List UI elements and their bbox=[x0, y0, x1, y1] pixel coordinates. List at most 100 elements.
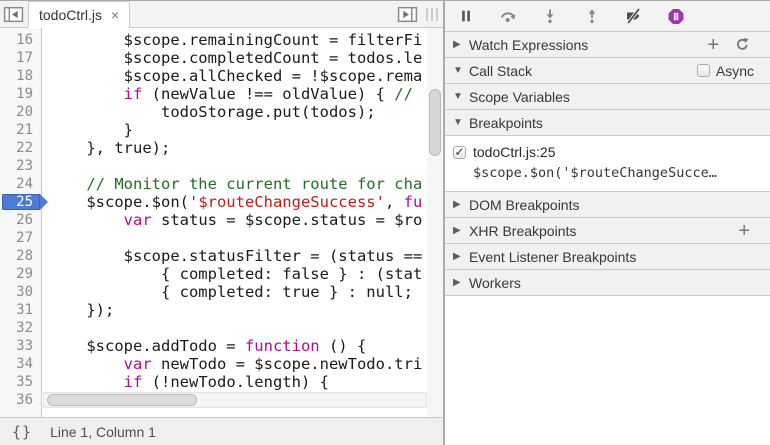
pause-on-exceptions-button[interactable] bbox=[667, 7, 685, 25]
breakpoint-checkbox[interactable]: ✓ bbox=[453, 146, 466, 159]
deactivate-breakpoints-icon bbox=[625, 7, 643, 25]
step-over-button[interactable] bbox=[499, 7, 517, 25]
code-line[interactable]: $scope.completedCount = todos.le bbox=[49, 49, 443, 67]
vertical-scrollbar-thumb[interactable] bbox=[429, 89, 441, 156]
async-checkbox[interactable] bbox=[697, 64, 710, 77]
code-line[interactable]: $scope.addTodo = function () { bbox=[49, 337, 443, 355]
section-dom-breakpoints[interactable]: ▶ DOM Breakpoints bbox=[445, 192, 770, 218]
section-label: Breakpoints bbox=[469, 115, 762, 131]
code-line[interactable]: var status = $scope.status = $ro bbox=[49, 211, 443, 229]
line-number[interactable]: 20 bbox=[0, 103, 41, 121]
code-line[interactable]: }); bbox=[49, 301, 443, 319]
section-event-listener-breakpoints[interactable]: ▶ Event Listener Breakpoints bbox=[445, 244, 770, 270]
chevron-right-icon: ▶ bbox=[453, 251, 469, 262]
pause-on-exceptions-icon bbox=[667, 7, 685, 26]
watch-actions: + bbox=[707, 37, 762, 52]
line-number[interactable]: 22 bbox=[0, 139, 41, 157]
tab-bar-right bbox=[397, 1, 443, 27]
section-label: Call Stack bbox=[469, 63, 697, 79]
vertical-scrollbar bbox=[427, 28, 443, 417]
step-out-button[interactable] bbox=[583, 7, 601, 25]
line-number[interactable]: 19 bbox=[0, 85, 41, 103]
async-label: Async bbox=[716, 63, 754, 79]
line-number[interactable]: 36 bbox=[0, 391, 41, 409]
pause-button[interactable] bbox=[457, 7, 475, 25]
code-line[interactable]: { completed: false } : (stat bbox=[49, 265, 443, 283]
chevron-down-icon: ▼ bbox=[453, 65, 469, 76]
breakpoint-entry[interactable]: ✓ todoCtrl.js:25 $scope.$on('$routeChang… bbox=[445, 136, 770, 192]
section-label: XHR Breakpoints bbox=[469, 223, 738, 239]
code-line[interactable]: } bbox=[49, 121, 443, 139]
line-number[interactable]: 21 bbox=[0, 121, 41, 139]
line-number[interactable]: 32 bbox=[0, 319, 41, 337]
section-watch-expressions[interactable]: ▶ Watch Expressions + bbox=[445, 32, 770, 58]
code-line[interactable] bbox=[49, 319, 443, 337]
panel-right-icon bbox=[397, 6, 418, 23]
chevron-right-icon: ▶ bbox=[453, 225, 469, 236]
chevron-down-icon: ▼ bbox=[453, 91, 469, 102]
line-number[interactable]: 34 bbox=[0, 355, 41, 373]
tab-todoctrl[interactable]: todoCtrl.js × bbox=[28, 1, 130, 28]
section-label: Scope Variables bbox=[469, 89, 762, 105]
line-number[interactable]: 29 bbox=[0, 265, 41, 283]
code-line[interactable]: if (!newTodo.length) { bbox=[49, 373, 443, 391]
code-line[interactable]: }, true); bbox=[49, 139, 443, 157]
line-number[interactable]: 35 bbox=[0, 373, 41, 391]
code-line[interactable] bbox=[49, 229, 443, 247]
code-line[interactable]: $scope.$on('$routeChangeSuccess', fu bbox=[49, 193, 443, 211]
horizontal-scrollbar-thumb[interactable] bbox=[47, 394, 197, 406]
add-watch-button[interactable]: + bbox=[707, 38, 719, 52]
debugger-sidebar: ▶ Watch Expressions + ▼ Call Stack Async bbox=[445, 1, 770, 445]
sidebar-empty-area bbox=[445, 296, 770, 445]
line-number[interactable]: 26 bbox=[0, 211, 41, 229]
refresh-watch-button[interactable] bbox=[735, 37, 750, 52]
section-label: Event Listener Breakpoints bbox=[469, 249, 762, 265]
breakpoint-snippet: $scope.$on('$routeChangeSucce… bbox=[473, 165, 762, 181]
step-into-button[interactable] bbox=[541, 7, 559, 25]
code-line[interactable]: if (newValue !== oldValue) { // bbox=[49, 85, 443, 103]
breakpoint-marker[interactable]: 25 bbox=[2, 194, 40, 210]
deactivate-breakpoints-button[interactable] bbox=[625, 7, 643, 25]
section-breakpoints[interactable]: ▼ Breakpoints bbox=[445, 110, 770, 136]
step-over-icon bbox=[499, 7, 517, 25]
show-panel-button[interactable] bbox=[397, 6, 418, 23]
line-number[interactable]: 27 bbox=[0, 229, 41, 247]
line-number[interactable]: 31 bbox=[0, 301, 41, 319]
code-line[interactable]: $scope.statusFilter = (status == bbox=[49, 247, 443, 265]
splitter-grip-icon[interactable] bbox=[426, 8, 438, 21]
line-number[interactable]: 23 bbox=[0, 157, 41, 175]
pretty-print-button[interactable]: {} bbox=[12, 423, 32, 441]
code-line[interactable]: // Monitor the current route for cha bbox=[49, 175, 443, 193]
horizontal-scrollbar bbox=[43, 392, 427, 408]
async-toggle[interactable]: Async bbox=[697, 63, 762, 79]
line-number[interactable]: 24 bbox=[0, 175, 41, 193]
code-line[interactable]: todoStorage.put(todos); bbox=[49, 103, 443, 121]
gutter: 1617181920212223242526272829303132333435… bbox=[0, 28, 42, 417]
line-number[interactable]: 16 bbox=[0, 31, 41, 49]
code-line[interactable]: { completed: true } : null; bbox=[49, 283, 443, 301]
refresh-icon bbox=[735, 37, 750, 52]
section-call-stack[interactable]: ▼ Call Stack Async bbox=[445, 58, 770, 84]
section-label: Workers bbox=[469, 275, 762, 291]
tab-close-icon[interactable]: × bbox=[111, 8, 119, 22]
line-number[interactable]: 17 bbox=[0, 49, 41, 67]
section-workers[interactable]: ▶ Workers bbox=[445, 270, 770, 296]
line-number[interactable]: 18 bbox=[0, 67, 41, 85]
line-number[interactable]: 30 bbox=[0, 283, 41, 301]
devtools-sources-panel: todoCtrl.js × 16171819202122232425262728… bbox=[0, 0, 770, 445]
line-number[interactable]: 33 bbox=[0, 337, 41, 355]
section-label: DOM Breakpoints bbox=[469, 197, 762, 213]
hide-navigator-button[interactable] bbox=[0, 1, 27, 27]
pause-icon bbox=[458, 8, 474, 24]
code-line[interactable]: $scope.allChecked = !$scope.rema bbox=[49, 67, 443, 85]
editor-tab-bar: todoCtrl.js × bbox=[0, 1, 443, 28]
step-into-icon bbox=[542, 7, 558, 25]
line-number[interactable]: 28 bbox=[0, 247, 41, 265]
section-xhr-breakpoints[interactable]: ▶ XHR Breakpoints + bbox=[445, 218, 770, 244]
code-line[interactable] bbox=[49, 157, 443, 175]
section-scope-variables[interactable]: ▼ Scope Variables bbox=[445, 84, 770, 110]
chevron-right-icon: ▶ bbox=[453, 199, 469, 210]
code-line[interactable]: var newTodo = $scope.newTodo.tri bbox=[49, 355, 443, 373]
code-line[interactable]: $scope.remainingCount = filterFi bbox=[49, 31, 443, 49]
add-xhr-breakpoint-button[interactable]: + bbox=[738, 224, 750, 238]
